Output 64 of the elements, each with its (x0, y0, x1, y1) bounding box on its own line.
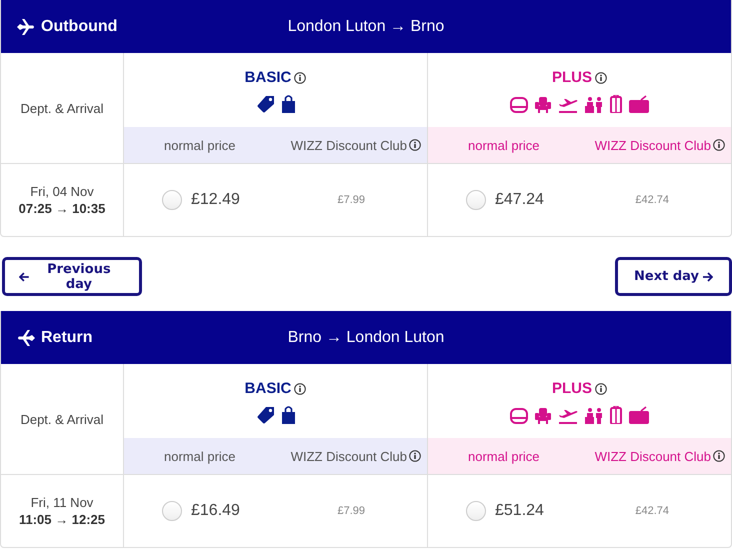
fare-radio[interactable] (466, 501, 486, 521)
departure-icon (558, 97, 578, 113)
club-price: £7.99 (337, 194, 365, 206)
arrow-right-icon (702, 272, 713, 282)
section-title: Outbound (41, 18, 118, 36)
fare-price: £12.49 (191, 191, 240, 209)
seat-icon (510, 97, 528, 113)
bag-icon (629, 406, 649, 424)
bag-icon (282, 95, 294, 113)
armchair-icon (535, 97, 551, 113)
route-title: London Luton → Brno (288, 18, 444, 36)
price-type-label: WIZZ Discount Club (290, 138, 407, 152)
info-icon[interactable] (713, 450, 725, 462)
tag-icon (256, 406, 274, 424)
fare-name: BASIC (244, 69, 292, 86)
suitcase-icon (610, 95, 622, 113)
fare-radio[interactable] (162, 501, 182, 521)
price-type-label: normal price (164, 138, 236, 152)
armchair-icon (535, 408, 551, 424)
flight-date: Fri, 04 Nov (30, 184, 94, 199)
fare-radio[interactable] (162, 190, 182, 210)
departure-icon (558, 408, 578, 424)
column-label: Dept. & Arrival (20, 100, 104, 116)
price-type-label: normal price (468, 138, 540, 152)
info-icon[interactable] (595, 382, 607, 394)
price-type-label: WIZZ Discount Club (594, 448, 711, 464)
fare-name: BASIC (244, 380, 292, 397)
price-type-label: normal price (468, 448, 540, 464)
arrow-left-icon (19, 272, 29, 282)
fare-price: £47.24 (495, 191, 544, 209)
fare-radio[interactable] (466, 190, 486, 210)
info-icon[interactable] (409, 139, 421, 151)
info-icon[interactable] (713, 139, 725, 151)
info-icon[interactable] (595, 72, 607, 84)
column-label: Dept. & Arrival (20, 412, 104, 426)
flight-times: 07:25 → 10:35 (18, 201, 106, 216)
section-title: Return (41, 328, 93, 346)
check-in-desk-icon (585, 97, 603, 113)
club-price: £42.74 (635, 505, 669, 517)
price-type-label: WIZZ Discount Club (290, 448, 407, 464)
airplane-icon (17, 330, 35, 346)
next-day-button[interactable]: Next day (615, 257, 732, 296)
previous-day-button[interactable]: Previous day (2, 257, 142, 296)
fare-price: £51.24 (495, 502, 544, 520)
flight-date: Fri, 11 Nov (30, 495, 94, 510)
bag-icon (282, 406, 294, 424)
fare-name: PLUS (552, 380, 592, 397)
check-in-desk-icon (585, 408, 603, 424)
price-type-label: normal price (164, 448, 236, 464)
info-icon[interactable] (294, 382, 306, 394)
route-title: Brno → London Luton (288, 328, 444, 346)
fare-name: PLUS (552, 69, 592, 86)
info-icon[interactable] (409, 450, 421, 462)
airplane-icon (17, 18, 35, 34)
flight-times: 11:05 → 12:25 (18, 512, 105, 527)
club-price: £7.99 (337, 505, 365, 517)
price-type-label: WIZZ Discount Club (594, 138, 711, 152)
bag-icon (629, 95, 649, 113)
tag-icon (256, 95, 274, 113)
seat-icon (510, 408, 528, 424)
fare-price: £16.49 (191, 502, 240, 520)
info-icon[interactable] (294, 72, 306, 84)
club-price: £42.74 (635, 194, 669, 206)
suitcase-icon (610, 406, 622, 424)
